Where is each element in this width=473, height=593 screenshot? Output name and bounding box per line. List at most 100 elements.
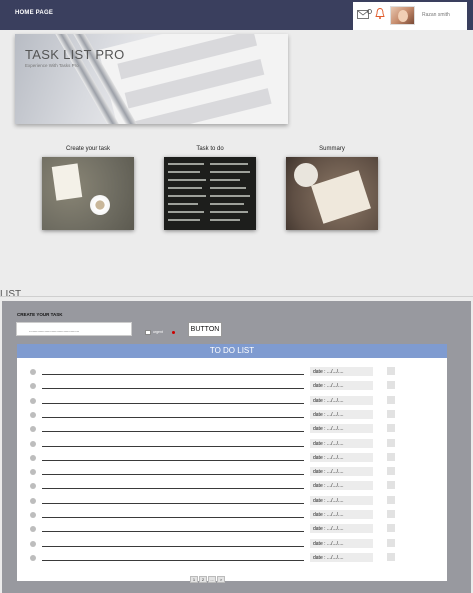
table-row: date : .../.../.... xyxy=(17,424,447,438)
urgent-label: urgent xyxy=(153,330,163,334)
task-line[interactable] xyxy=(42,416,304,418)
card-label: Create your task xyxy=(65,146,111,152)
avatar[interactable] xyxy=(390,6,415,25)
table-row: date : .../.../.... xyxy=(17,367,447,381)
date-field[interactable]: date : .../.../.... xyxy=(310,438,373,448)
bullet-icon xyxy=(30,512,36,518)
table-row: date : .../.../.... xyxy=(17,452,447,467)
task-line[interactable] xyxy=(42,459,304,461)
list-section-title: LIST xyxy=(0,289,22,300)
task-line[interactable] xyxy=(42,559,304,561)
notebook-coffee-image[interactable] xyxy=(42,157,134,230)
task-line[interactable] xyxy=(42,531,304,533)
table-row: date : .../.../.... xyxy=(17,524,447,538)
table-row: date : .../.../.... xyxy=(17,552,447,567)
date-field[interactable]: date : .../.../.... xyxy=(310,552,373,562)
page-button[interactable]: 2 xyxy=(199,576,207,583)
task-checkbox[interactable] xyxy=(387,524,395,533)
table-row: date : .../.../.... xyxy=(17,481,447,495)
task-input[interactable]: ........................................… xyxy=(16,322,132,336)
date-field[interactable]: date : .../.../.... xyxy=(310,452,373,462)
card-task-to-do[interactable]: Task to do xyxy=(164,146,256,230)
add-task-button[interactable]: BUTTON xyxy=(188,322,222,337)
bullet-icon xyxy=(30,383,36,390)
date-field[interactable]: date : .../.../.... xyxy=(310,424,373,434)
task-checkbox[interactable] xyxy=(387,409,395,418)
date-field[interactable]: date : .../.../.... xyxy=(310,538,373,548)
bullet-icon xyxy=(30,440,36,447)
task-line[interactable] xyxy=(42,502,304,504)
bullet-icon xyxy=(30,454,36,461)
bullet-icon xyxy=(30,469,36,476)
bullet-icon xyxy=(30,483,36,490)
task-line[interactable] xyxy=(42,388,304,390)
todo-list: TO DO LIST date : .../.../.... date : ...… xyxy=(17,344,447,583)
hero-title: TASK LIST PRO xyxy=(25,47,125,62)
page-button[interactable]: 1 xyxy=(190,576,198,583)
chalkboard-image[interactable] xyxy=(164,157,256,230)
bullet-icon xyxy=(30,397,36,404)
task-checkbox[interactable] xyxy=(387,438,395,447)
task-line[interactable] xyxy=(42,517,304,518)
date-field[interactable]: date : .../.../.... xyxy=(310,467,373,477)
task-checkbox[interactable] xyxy=(387,538,395,547)
task-checkbox[interactable] xyxy=(387,381,395,390)
task-checkbox[interactable] xyxy=(387,552,395,561)
user-panel: Razan smith xyxy=(353,2,467,30)
task-checkbox[interactable] xyxy=(387,424,395,433)
urgent-dot-icon xyxy=(172,331,175,334)
user-name[interactable]: Razan smith xyxy=(422,12,450,18)
bullet-icon xyxy=(30,426,36,433)
task-checkbox[interactable] xyxy=(387,395,395,404)
bullet-icon xyxy=(30,526,36,533)
bullet-icon xyxy=(30,369,36,375)
task-checkbox[interactable] xyxy=(387,367,395,375)
hero-subtitle: Experience With Tasks Pro xyxy=(25,63,79,68)
task-checkbox[interactable] xyxy=(387,495,395,504)
task-line[interactable] xyxy=(42,474,304,476)
urgent-checkbox[interactable] xyxy=(145,330,151,335)
bullet-icon xyxy=(30,411,36,418)
date-field[interactable]: date : .../.../.... xyxy=(310,381,373,391)
bullet-icon xyxy=(30,540,36,547)
task-checkbox[interactable] xyxy=(387,452,395,461)
task-line[interactable] xyxy=(42,445,304,447)
task-checkbox[interactable] xyxy=(387,510,395,518)
date-field[interactable]: date : .../.../.... xyxy=(310,395,373,405)
table-row: date : .../.../.... xyxy=(17,395,447,410)
page-button[interactable]: ... xyxy=(208,576,216,583)
table-row: date : .../.../.... xyxy=(17,538,447,553)
date-field[interactable]: date : .../.../.... xyxy=(310,510,373,519)
pagination: 1 2... > xyxy=(190,568,226,583)
task-line[interactable] xyxy=(42,402,304,404)
card-create-task[interactable]: Create your task xyxy=(42,146,134,230)
task-line[interactable] xyxy=(42,488,304,490)
card-summary[interactable]: Summary xyxy=(286,146,378,230)
task-line[interactable] xyxy=(42,374,304,375)
table-row: date : .../.../.... xyxy=(17,510,447,524)
bell-icon[interactable] xyxy=(375,7,385,20)
card-label: Task to do xyxy=(196,146,224,152)
task-checkbox[interactable] xyxy=(387,467,395,476)
date-field[interactable]: date : .../.../.... xyxy=(310,495,373,505)
home-page-link[interactable]: HOME PAGE xyxy=(15,10,53,16)
date-field[interactable]: date : .../.../.... xyxy=(310,409,373,419)
task-checkbox[interactable] xyxy=(387,481,395,490)
task-line[interactable] xyxy=(42,545,304,547)
date-field[interactable]: date : .../.../.... xyxy=(310,367,373,376)
create-task-label: CREATE YOUR TASK xyxy=(17,312,63,317)
table-row: date : .../.../.... xyxy=(17,409,447,424)
bullet-icon xyxy=(30,497,36,504)
table-row: date : .../.../.... xyxy=(17,495,447,510)
desk-notes-image[interactable] xyxy=(286,157,378,230)
date-field[interactable]: date : .../.../.... xyxy=(310,524,373,534)
todo-header: TO DO LIST xyxy=(17,344,447,358)
next-page-button[interactable]: > xyxy=(217,576,225,583)
table-row: date : .../.../.... xyxy=(17,438,447,453)
card-label: Summary xyxy=(319,146,345,152)
date-field[interactable]: date : .../.../.... xyxy=(310,481,373,491)
divider xyxy=(0,296,473,297)
mail-icon[interactable] xyxy=(357,9,372,20)
top-navbar: HOME PAGE Razan smith xyxy=(0,0,473,30)
task-line[interactable] xyxy=(42,431,304,433)
